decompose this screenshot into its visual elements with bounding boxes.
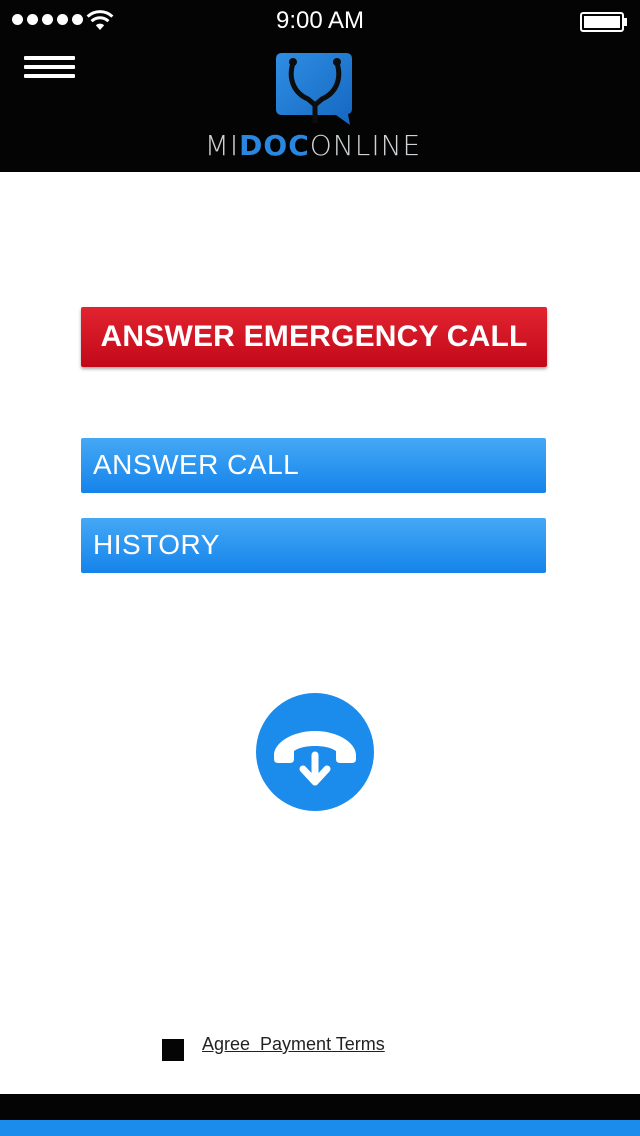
hamburger-menu-icon[interactable] <box>24 53 76 81</box>
app-header: 9:00 AM MIDOCONLINE <box>0 0 640 172</box>
logo-middle: DOC <box>239 129 310 162</box>
brand-logo-text: MIDOCONLINE <box>150 129 476 162</box>
battery-icon <box>580 12 627 32</box>
phone-download-icon[interactable] <box>256 693 374 811</box>
payment-terms-link[interactable]: Agree Payment Terms <box>202 1034 385 1055</box>
history-button[interactable]: HISTORY <box>81 518 546 573</box>
status-time: 9:00 AM <box>275 7 365 34</box>
bottom-bar <box>0 1094 640 1120</box>
bottom-accent-strip <box>0 1120 640 1136</box>
logo-suffix: ONLINE <box>309 129 422 162</box>
logo-prefix: MI <box>204 129 240 162</box>
status-bar: 9:00 AM <box>0 0 640 40</box>
phone-handset-icon <box>274 731 356 786</box>
answer-call-button[interactable]: ANSWER CALL <box>81 438 546 493</box>
stethoscope-chat-bubble-icon <box>276 53 352 125</box>
agree-terms-checkbox[interactable] <box>162 1039 184 1061</box>
answer-emergency-call-button[interactable]: ANSWER EMERGENCY CALL <box>81 307 547 367</box>
